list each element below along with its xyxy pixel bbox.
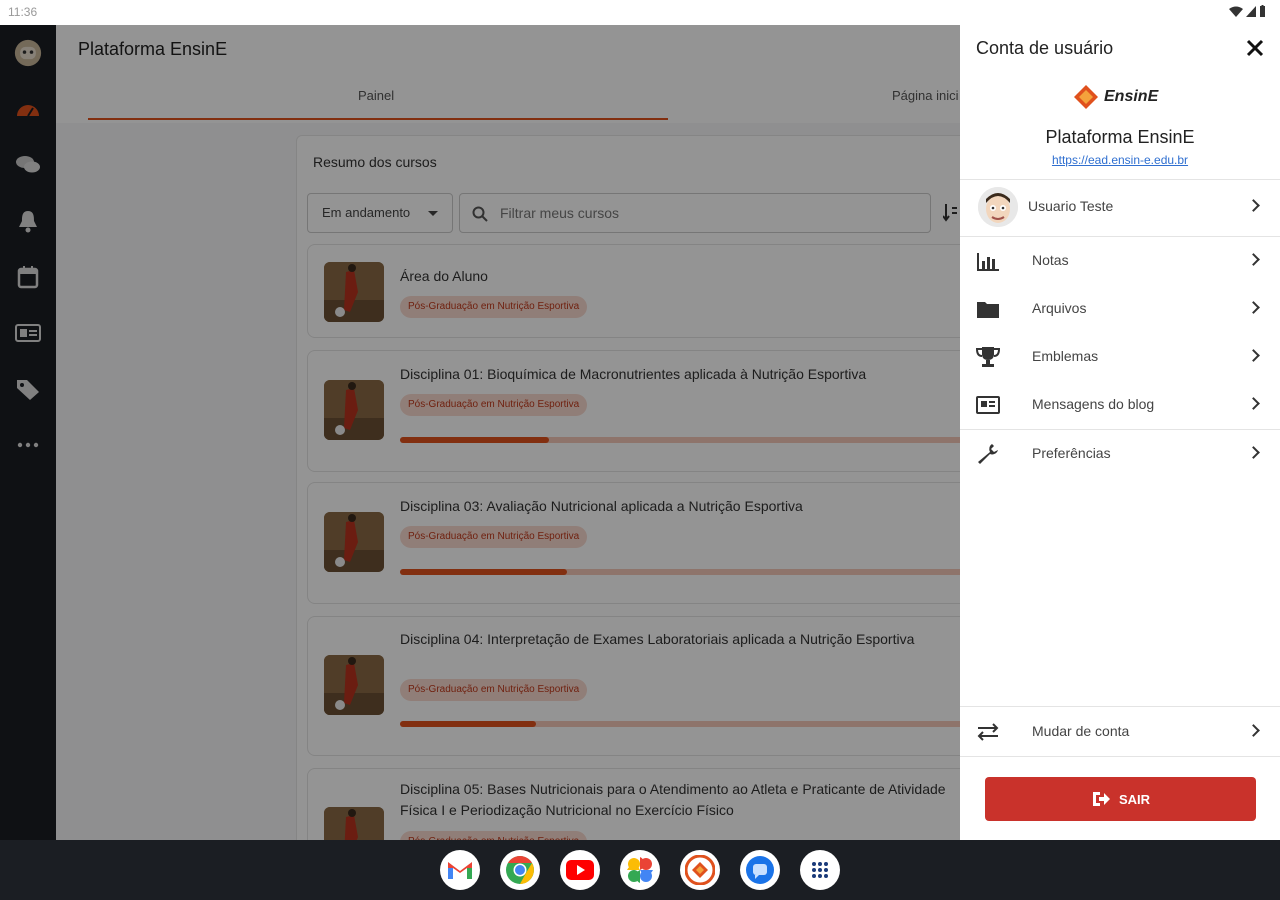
ensine-logo-icon bbox=[1074, 85, 1098, 109]
menu-item-label: Emblemas bbox=[1032, 348, 1099, 364]
menu-item-preferencias[interactable]: Preferências bbox=[960, 430, 1280, 478]
user-name: Usuario Teste bbox=[1028, 198, 1114, 214]
folder-icon bbox=[975, 297, 1001, 321]
messages-icon[interactable] bbox=[740, 850, 780, 890]
logout-icon bbox=[1092, 792, 1110, 806]
wifi-icon bbox=[1229, 6, 1243, 17]
status-bar: 11:36 bbox=[0, 0, 1280, 25]
divider bbox=[960, 756, 1280, 757]
wrench-icon bbox=[975, 442, 1001, 466]
switch-account-row[interactable]: Mudar de conta bbox=[960, 708, 1280, 756]
chevron-right-icon bbox=[1247, 397, 1260, 410]
taskbar bbox=[0, 840, 1280, 900]
drawer-title: Conta de usuário bbox=[976, 38, 1114, 58]
blog-icon bbox=[975, 393, 1001, 417]
logout-label: SAIR bbox=[1118, 791, 1151, 807]
photos-icon[interactable] bbox=[620, 850, 660, 890]
ensine-app-icon[interactable] bbox=[680, 850, 720, 890]
youtube-icon[interactable] bbox=[560, 850, 600, 890]
chevron-right-icon bbox=[1247, 301, 1260, 314]
avatar bbox=[978, 187, 1018, 227]
logout-button[interactable]: SAIR bbox=[985, 777, 1256, 821]
divider bbox=[960, 706, 1280, 707]
menu-item-label: Mensagens do blog bbox=[1032, 396, 1155, 412]
chevron-right-icon bbox=[1247, 724, 1260, 737]
menu-item-emblemas[interactable]: Emblemas bbox=[960, 333, 1280, 381]
user-account-drawer: Conta de usuário EnsinE Plataforma Ensin… bbox=[960, 25, 1280, 840]
chevron-right-icon bbox=[1247, 253, 1260, 266]
gmail-icon[interactable] bbox=[440, 850, 480, 890]
chevron-right-icon bbox=[1247, 446, 1260, 459]
status-time: 11:36 bbox=[8, 5, 38, 19]
ensine-logo: EnsinE bbox=[1074, 85, 1158, 109]
menu-item-label: Preferências bbox=[1032, 445, 1111, 461]
swap-icon bbox=[975, 720, 1001, 744]
menu-item-notas[interactable]: Notas bbox=[960, 237, 1280, 285]
trophy-icon bbox=[975, 345, 1001, 369]
grades-icon bbox=[975, 249, 1001, 273]
site-name: Plataforma EnsinE bbox=[1045, 127, 1195, 147]
user-profile-row[interactable]: Usuario Teste bbox=[960, 183, 1280, 231]
menu-item-arquivos[interactable]: Arquivos bbox=[960, 285, 1280, 333]
chevron-right-icon bbox=[1247, 199, 1260, 212]
switch-account-label: Mudar de conta bbox=[1032, 723, 1130, 739]
site-url-link[interactable]: https://ead.ensin-e.edu.br bbox=[960, 153, 1280, 167]
close-icon[interactable] bbox=[1246, 39, 1264, 57]
status-icons bbox=[1229, 5, 1266, 17]
signal-icon bbox=[1246, 5, 1256, 17]
chevron-right-icon bbox=[1247, 349, 1260, 362]
chrome-icon[interactable] bbox=[500, 850, 540, 890]
divider bbox=[960, 179, 1280, 180]
battery-icon bbox=[1260, 5, 1265, 17]
menu-item-mensagens-blog[interactable]: Mensagens do blog bbox=[960, 381, 1280, 429]
launcher-icon[interactable] bbox=[800, 850, 840, 890]
menu-item-label: Notas bbox=[1032, 252, 1069, 268]
menu-item-label: Arquivos bbox=[1032, 300, 1087, 316]
scrim-overlay[interactable] bbox=[0, 25, 960, 840]
logo-text: EnsinE bbox=[1104, 88, 1159, 105]
